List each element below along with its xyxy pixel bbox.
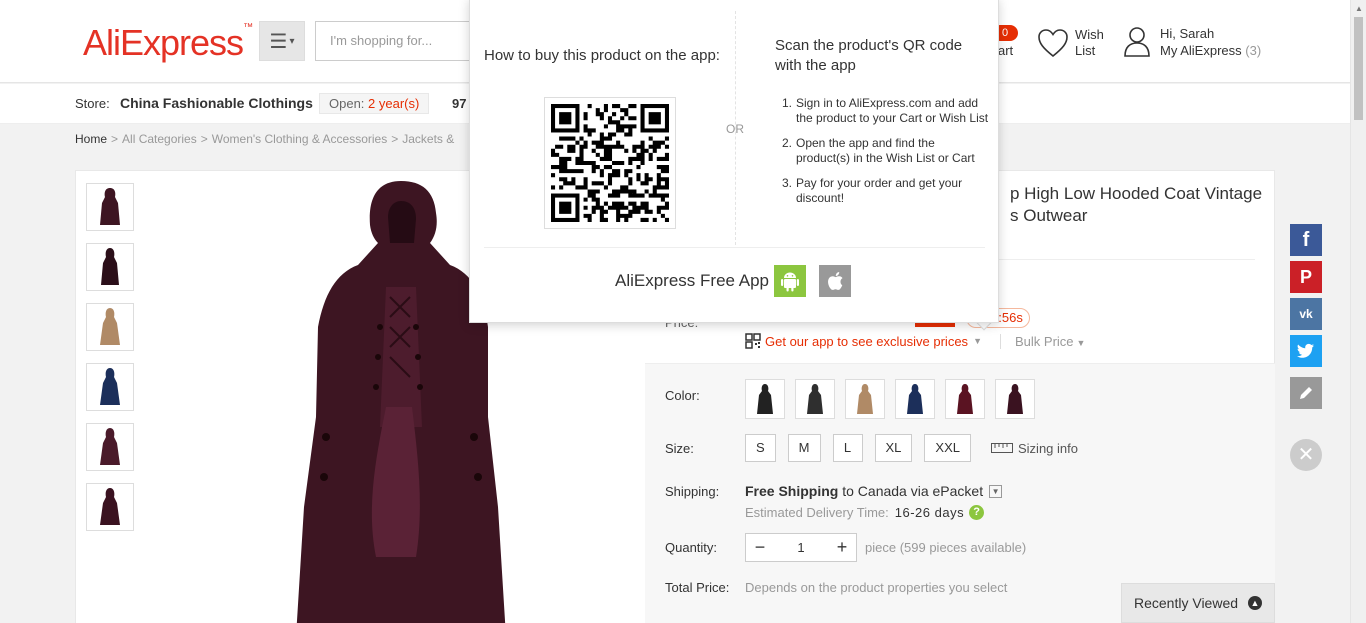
- scroll-thumb[interactable]: [1354, 17, 1363, 120]
- apple-icon[interactable]: [819, 265, 852, 297]
- pinterest-icon[interactable]: P: [1290, 261, 1322, 293]
- quantity-decrease-button[interactable]: −: [746, 534, 774, 561]
- app-steps-list: 1. Sign in to AliExpress.com and add the …: [782, 96, 992, 216]
- store-open-badge: Open: 2 year(s): [319, 93, 430, 114]
- color-swatch-black[interactable]: [745, 379, 785, 419]
- page-scrollbar[interactable]: ▲: [1350, 0, 1366, 623]
- wish-list-link[interactable]: Wish List: [1037, 27, 1104, 59]
- thumbnail-5[interactable]: [86, 423, 134, 471]
- close-share-icon[interactable]: ✕: [1290, 439, 1322, 471]
- store-label: Store:: [75, 96, 110, 111]
- app-price-link[interactable]: Get our app to see exclusive prices ▼: [745, 333, 982, 349]
- heart-icon: [1038, 29, 1068, 58]
- color-label: Color:: [665, 388, 700, 403]
- aliexpress-logo[interactable]: AliExpress™: [83, 22, 253, 64]
- divider: [484, 247, 985, 248]
- size-l-button[interactable]: L: [832, 434, 863, 462]
- edit-icon[interactable]: [1290, 377, 1322, 409]
- step-item: 2. Open the app and find the product(s) i…: [782, 136, 975, 165]
- chevron-down-icon[interactable]: ▼: [989, 484, 1003, 498]
- breadcrumb-jackets[interactable]: Jackets &: [402, 132, 454, 146]
- ruler-icon: [991, 443, 1013, 453]
- color-swatch-purple[interactable]: [995, 379, 1035, 419]
- thumbnail-list: [86, 183, 134, 543]
- free-app-label: AliExpress Free App: [615, 271, 770, 290]
- sizing-info-link[interactable]: Sizing info: [991, 441, 1078, 456]
- breadcrumb-all-categories[interactable]: All Categories: [122, 132, 197, 146]
- total-price-label: Total Price:: [665, 580, 730, 595]
- shipping-method[interactable]: Free Shipping to Canada via ePacket ▼: [745, 483, 1003, 499]
- size-s-button[interactable]: S: [745, 434, 776, 462]
- total-price-note: Depends on the product properties you se…: [745, 580, 1008, 595]
- chevron-down-icon: ▾: [289, 35, 295, 47]
- breadcrumb-home[interactable]: Home: [75, 132, 107, 146]
- thumbnail-3[interactable]: [86, 303, 134, 351]
- store-feedback-score: 97: [452, 96, 467, 111]
- thumbnail-6[interactable]: [86, 483, 134, 531]
- help-icon[interactable]: ?: [969, 505, 985, 520]
- chevron-up-icon: ▲: [1248, 596, 1262, 610]
- popup-left-title: How to buy this product on the app:: [484, 47, 720, 64]
- thumbnail-4[interactable]: [86, 363, 134, 411]
- product-title: p High Low Hooded Coat Vintage s Outwear: [1010, 184, 1263, 225]
- my-aliexpress-link[interactable]: Hi, Sarah My AliExpress (3): [1124, 25, 1261, 59]
- list-label: List: [1075, 43, 1096, 58]
- shipping-label: Shipping:: [665, 484, 720, 499]
- color-swatch-navy[interactable]: [895, 379, 935, 419]
- search-input[interactable]: I'm shopping for...: [315, 21, 485, 61]
- store-name-link[interactable]: China Fashionable Clothings: [120, 95, 313, 111]
- step-item: 1. Sign in to AliExpress.com and add the …: [782, 96, 989, 125]
- size-options: S M L XL XXL Sizing info: [745, 434, 1078, 462]
- chevron-down-icon: ▼: [1076, 338, 1086, 348]
- size-xxl-button[interactable]: XXL: [924, 434, 971, 462]
- quantity-input[interactable]: 1: [774, 540, 828, 555]
- scroll-up-arrow[interactable]: ▲: [1355, 4, 1363, 13]
- categories-menu-button[interactable]: ☰ ▾: [259, 21, 305, 61]
- size-m-button[interactable]: M: [787, 434, 821, 462]
- app-download-popup: How to buy this product on the app: OR S…: [469, 0, 999, 323]
- wish-label: Wish: [1075, 27, 1104, 42]
- color-swatch-wine-red[interactable]: [945, 379, 985, 419]
- twitter-icon[interactable]: [1290, 335, 1322, 367]
- free-app-row: AliExpress Free App: [615, 265, 852, 297]
- qr-code-icon: [745, 333, 761, 349]
- cart-link[interactable]: art: [998, 43, 1013, 58]
- thumbnail-1[interactable]: [86, 183, 134, 231]
- recently-viewed-button[interactable]: Recently Viewed ▲: [1121, 583, 1275, 623]
- thumbnail-2[interactable]: [86, 243, 134, 291]
- social-share-bar: f P vk: [1290, 224, 1322, 414]
- size-xl-button[interactable]: XL: [874, 434, 913, 462]
- hamburger-icon: ☰: [269, 30, 288, 53]
- quantity-stepper: − 1 +: [745, 533, 857, 562]
- my-aliexpress-label: My AliExpress: [1160, 43, 1242, 58]
- quantity-label: Quantity:: [665, 540, 718, 555]
- pieces-available: piece (599 pieces available): [865, 540, 1027, 555]
- android-icon[interactable]: [774, 265, 807, 297]
- user-icon: [1124, 27, 1150, 57]
- size-label: Size:: [665, 441, 694, 456]
- breadcrumb: Home > All Categories > Women's Clothing & A…: [75, 132, 455, 146]
- quantity-increase-button[interactable]: +: [828, 534, 856, 561]
- popup-right-title: Scan the product's QR code with the app: [775, 37, 963, 74]
- or-separator: OR: [726, 122, 744, 136]
- facebook-icon[interactable]: f: [1290, 224, 1322, 256]
- bulk-price-dropdown[interactable]: Bulk Price ▼: [1000, 334, 1085, 349]
- product-qr-code: [544, 97, 676, 229]
- vk-icon[interactable]: vk: [1290, 298, 1322, 330]
- color-swatch-dark-grey[interactable]: [795, 379, 835, 419]
- color-swatches: [745, 379, 1045, 419]
- greeting: Hi, Sarah: [1160, 26, 1215, 41]
- step-item: 3. Pay for your order and get your discou…: [782, 176, 963, 205]
- breadcrumb-womens-clothing[interactable]: Women's Clothing & Accessories: [212, 132, 387, 146]
- color-swatch-khaki[interactable]: [845, 379, 885, 419]
- message-count: (3): [1245, 43, 1262, 58]
- delivery-estimate: Estimated Delivery Time: 16-26 days ?: [745, 505, 985, 520]
- chevron-down-icon: ▼: [973, 336, 982, 346]
